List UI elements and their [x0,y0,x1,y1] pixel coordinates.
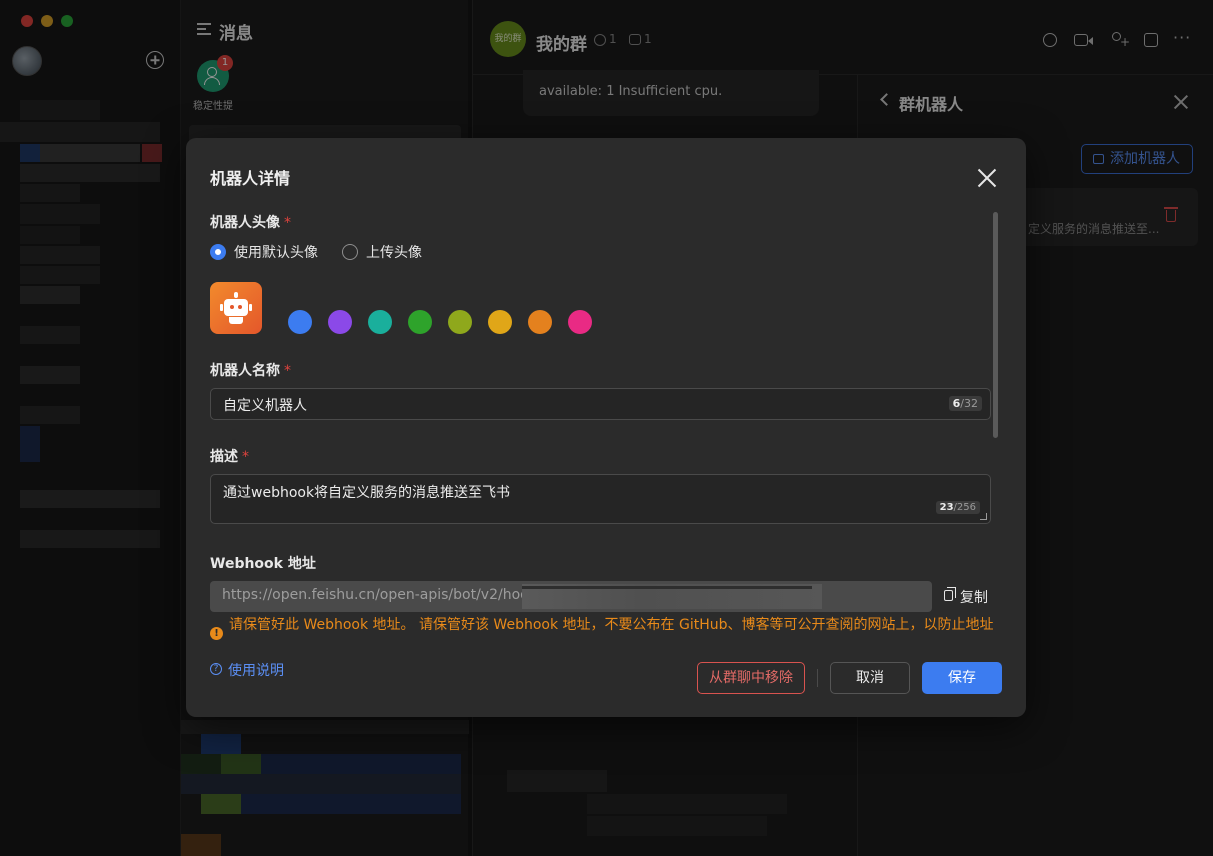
desc-char-counter: 23/256 [935,501,980,514]
color-swatch-orange[interactable] [528,310,552,334]
button-divider [817,669,818,687]
desc-label: 描述 * [210,446,249,466]
upload-avatar-radio[interactable] [342,244,358,260]
scrollbar[interactable] [993,212,998,438]
help-icon: ? [210,663,222,675]
color-swatch-pink[interactable] [568,310,592,334]
description-value: 通过webhook将自定义服务的消息推送至飞书 [223,485,511,501]
bot-details-dialog: 机器人详情 机器人头像 * 使用默认头像 上传头像 机器人名称 * 自定义机器人 6… [186,138,1026,717]
required-mark: * [284,215,291,231]
required-mark: * [242,449,249,465]
bot-name-value: 自定义机器人 [223,398,307,414]
desc-count: 23 [939,502,954,513]
dialog-title: 机器人详情 [210,169,291,188]
help-label: 使用说明 [228,663,284,679]
desc-label-text: 描述 [210,449,238,465]
required-mark: * [284,363,291,379]
name-max: /32 [960,397,978,410]
color-swatch-olive[interactable] [448,310,472,334]
default-avatar-label[interactable]: 使用默认头像 [234,242,318,262]
avatar-label-text: 机器人头像 [210,215,280,231]
bot-name-input[interactable]: 自定义机器人 6/32 [210,388,991,420]
default-avatar-radio[interactable] [210,244,226,260]
remove-from-group-button[interactable]: 从群聊中移除 [697,662,805,694]
copy-button[interactable]: 复制 [944,587,988,607]
color-swatch-yellow[interactable] [488,310,512,334]
warning-text: 请保管好此 Webhook 地址。 请保管好该 Webhook 地址，不要公布在… [229,617,994,633]
help-link[interactable]: ? 使用说明 [210,660,284,680]
description-textarea[interactable]: 通过webhook将自定义服务的消息推送至飞书 23/256 [210,474,991,524]
upload-avatar-label[interactable]: 上传头像 [366,242,422,262]
color-swatch-blue[interactable] [288,310,312,334]
name-label-text: 机器人名称 [210,363,280,379]
bot-avatar [210,282,262,334]
warning-icon: ! [210,627,223,640]
copy-label: 复制 [960,590,988,606]
color-swatch-teal[interactable] [368,310,392,334]
copy-icon [944,587,956,601]
redacted-token [522,584,822,609]
name-label: 机器人名称 * [210,360,291,380]
webhook-url-field[interactable]: https://open.feishu.cn/open-apis/bot/v2/… [210,581,932,612]
app-window: 消息 1 稳定性提 我的群 我的群 1 1 + ··· available: 1… [0,0,1213,856]
color-swatch-purple[interactable] [328,310,352,334]
cancel-button[interactable]: 取消 [830,662,910,694]
resize-handle[interactable] [980,513,987,520]
avatar-label: 机器人头像 * [210,212,291,232]
color-swatch-green[interactable] [408,310,432,334]
close-icon[interactable] [977,168,997,188]
webhook-label: Webhook 地址 [210,556,316,572]
webhook-url-value: https://open.feishu.cn/open-apis/bot/v2/… [222,587,542,603]
save-button[interactable]: 保存 [922,662,1002,694]
desc-max: /256 [953,502,976,513]
name-char-counter: 6/32 [948,396,982,411]
